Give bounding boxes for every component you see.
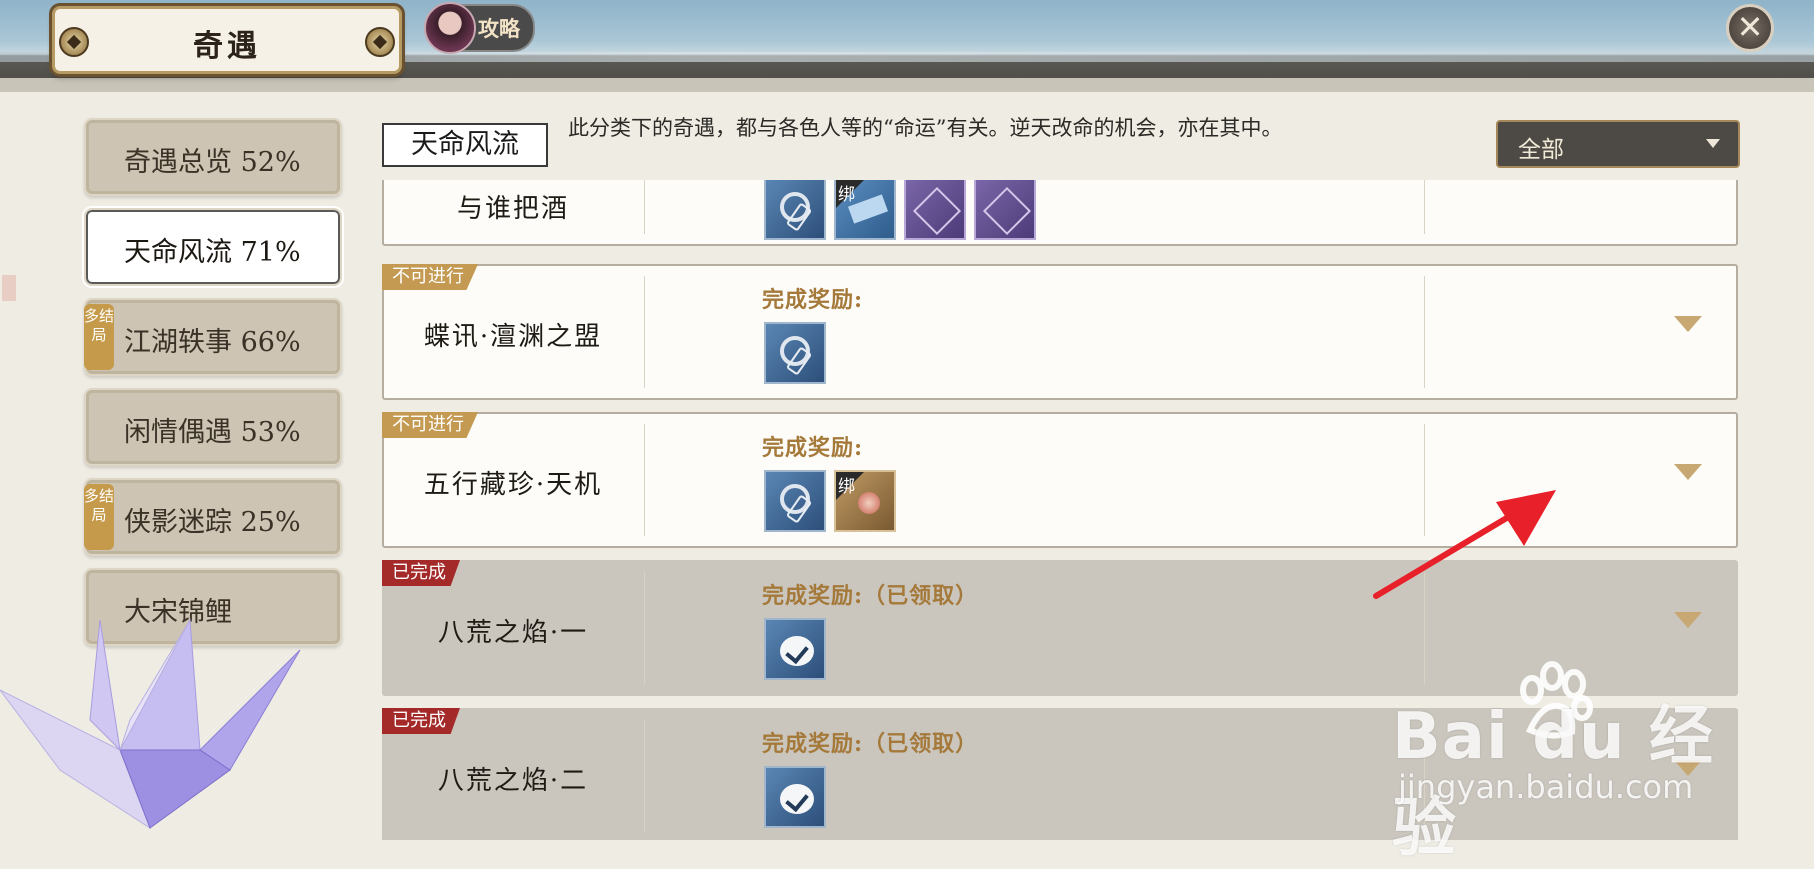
chevron-down-icon [1706,139,1720,148]
sidebar-item-label: 闲情偶遇 53% [124,417,301,448]
event-name: 八荒之焰·二 [437,766,589,796]
sidebar-item-shadow[interactable]: 多结局 侠影迷踪 25% [84,478,342,556]
sidebar-item-label: 奇遇总览 52% [124,147,301,178]
close-button[interactable]: ✕ [1726,4,1774,52]
sidebar-item-label: 侠影迷踪 25% [124,507,301,538]
status-badge: 不可进行 [382,412,478,438]
watermark-url: jingyan.baidu.com [1398,768,1694,806]
sidebar-item-label: 江湖轶事 66% [124,327,301,358]
bound-label: 绑 [838,477,855,497]
event-name: 蝶讯·澶渊之盟 [423,322,603,352]
top-strip [0,78,1814,92]
guide-avatar[interactable] [424,2,476,54]
favor-icon[interactable] [904,180,966,240]
event-card[interactable]: 与谁把酒 绑 [382,180,1738,246]
status-badge: 已完成 [382,560,460,586]
sidebar-item-leisure[interactable]: 闲情偶遇 53% [84,388,342,466]
event-name: 五行藏珍·天机 [423,470,603,500]
reward-label: 完成奖励:（已领取） [762,583,979,609]
category-name: 天命风流 [382,123,548,167]
expand-arrow-icon[interactable] [1674,464,1702,480]
event-name: 与谁把酒 [456,194,569,224]
multi-ending-tag: 多结局 [84,484,114,550]
coin-icon[interactable] [764,322,826,384]
title-plaque: 奇遇 [52,6,402,74]
claimed-check-icon[interactable] [764,766,826,828]
expand-arrow-icon[interactable] [1674,612,1702,628]
coin-icon[interactable] [764,470,826,532]
coin-icon[interactable] [764,180,826,240]
category-description: 此分类下的奇遇，都与各色人等的“命运”有关。逆天改命的机会，亦在其中。 [568,116,1283,140]
event-card[interactable]: 不可进行 蝶讯·澶渊之盟 完成奖励: [382,264,1738,400]
annotation-arrow-icon [1373,490,1556,599]
scroll-icon[interactable]: 绑 [834,180,896,240]
paper-crane-decoration [0,618,301,830]
multi-ending-tag: 多结局 [84,304,114,370]
reward-label: 完成奖励:（已领取） [762,731,979,757]
filter-dropdown[interactable]: 全部 [1496,120,1740,168]
reward-label: 完成奖励: [762,287,864,313]
page-title: 奇遇 [193,29,261,64]
watermark: Bai du 经验 jingyan.baidu.com [1392,650,1732,866]
guide-label[interactable]: 攻略 [478,13,520,43]
seal-mark [2,275,16,301]
sidebar-item-fate[interactable]: 天命风流 71% [84,208,342,286]
claimed-check-icon[interactable] [764,618,826,680]
reward-label: 完成奖励: [762,435,864,461]
event-name: 八荒之焰·一 [437,618,589,648]
expand-arrow-icon[interactable] [1674,316,1702,332]
sidebar-item-jianghu[interactable]: 多结局 江湖轶事 66% [84,298,342,376]
flower-icon[interactable]: 绑 [834,470,896,532]
bound-label: 绑 [838,185,855,205]
sidebar-item-overview[interactable]: 奇遇总览 52% [84,118,342,196]
status-badge: 已完成 [382,708,460,734]
ornament-knob-icon [365,27,395,57]
sidebar-item-label: 天命风流 71% [124,237,301,268]
filter-value: 全部 [1518,137,1564,163]
status-badge: 不可进行 [382,264,478,290]
favor-icon[interactable] [974,180,1036,240]
